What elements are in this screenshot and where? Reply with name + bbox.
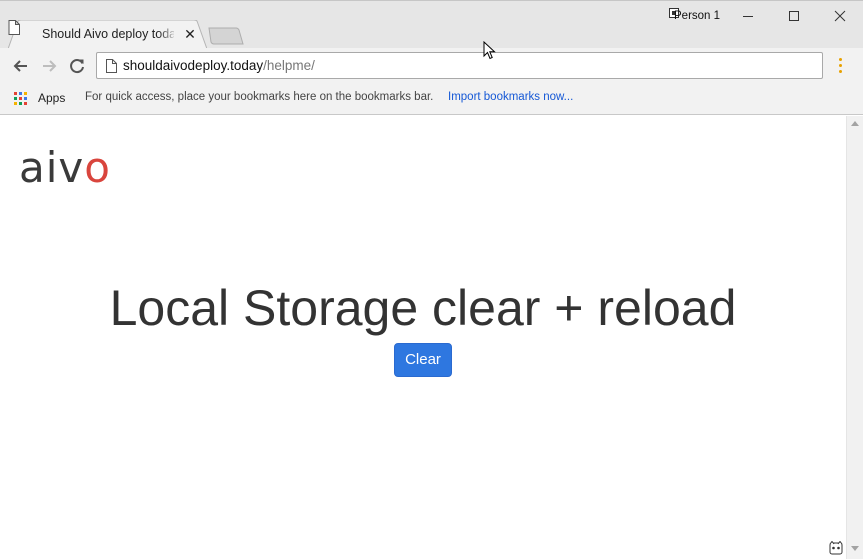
page-title: Local Storage clear + reload (109, 280, 737, 336)
title-bar: Should Aivo deploy today? ✕ Person 1 (0, 0, 863, 49)
extension-icon[interactable] (829, 541, 843, 555)
minimize-button[interactable] (725, 1, 771, 31)
mouse-cursor-icon (483, 41, 496, 60)
maximize-button[interactable] (771, 1, 817, 31)
page-icon (8, 20, 20, 35)
reload-icon (70, 59, 84, 74)
import-bookmarks-link[interactable]: Import bookmarks now... (448, 91, 573, 103)
browser-toolbar: shouldaivodeploy.today/helpme/ (0, 48, 863, 84)
tab-active[interactable]: Should Aivo deploy today? ✕ (8, 20, 207, 49)
address-bar[interactable]: shouldaivodeploy.today/helpme/ (96, 52, 823, 79)
browser-menu-button[interactable] (833, 56, 849, 76)
aivo-logo: aivo (19, 146, 111, 190)
arrow-left-icon (13, 60, 27, 72)
logo-text: aiv (19, 143, 85, 192)
url-path: /helpme/ (263, 58, 315, 73)
clear-button[interactable]: Clear (394, 343, 452, 377)
bookmarks-hint: For quick access, place your bookmarks h… (85, 91, 434, 103)
forward-button[interactable] (39, 56, 59, 76)
window-close-button[interactable] (817, 1, 863, 31)
apps-grid-icon[interactable] (14, 92, 28, 106)
tab-close-icon[interactable]: ✕ (183, 27, 197, 41)
arrow-right-icon (43, 60, 57, 72)
vertical-scrollbar[interactable] (846, 116, 863, 559)
back-button[interactable] (11, 56, 31, 76)
url-host: shouldaivodeploy.today (123, 58, 264, 73)
tab-title: Should Aivo deploy today? (42, 27, 174, 41)
scroll-down-arrow-icon[interactable] (851, 546, 859, 551)
page-info-icon[interactable] (106, 59, 117, 73)
profile-button[interactable]: Person 1 (674, 10, 720, 22)
bookmarks-bar: Apps For quick access, place your bookma… (0, 84, 863, 115)
apps-shortcut[interactable]: Apps (38, 91, 65, 105)
scroll-up-arrow-icon[interactable] (851, 121, 859, 126)
url-text: shouldaivodeploy.today/helpme/ (123, 58, 315, 73)
new-tab-button[interactable] (206, 27, 244, 45)
reload-button[interactable] (67, 56, 87, 76)
logo-accent: o (84, 143, 111, 192)
page-content: aivo Local Storage clear + reload Clear (0, 116, 846, 559)
